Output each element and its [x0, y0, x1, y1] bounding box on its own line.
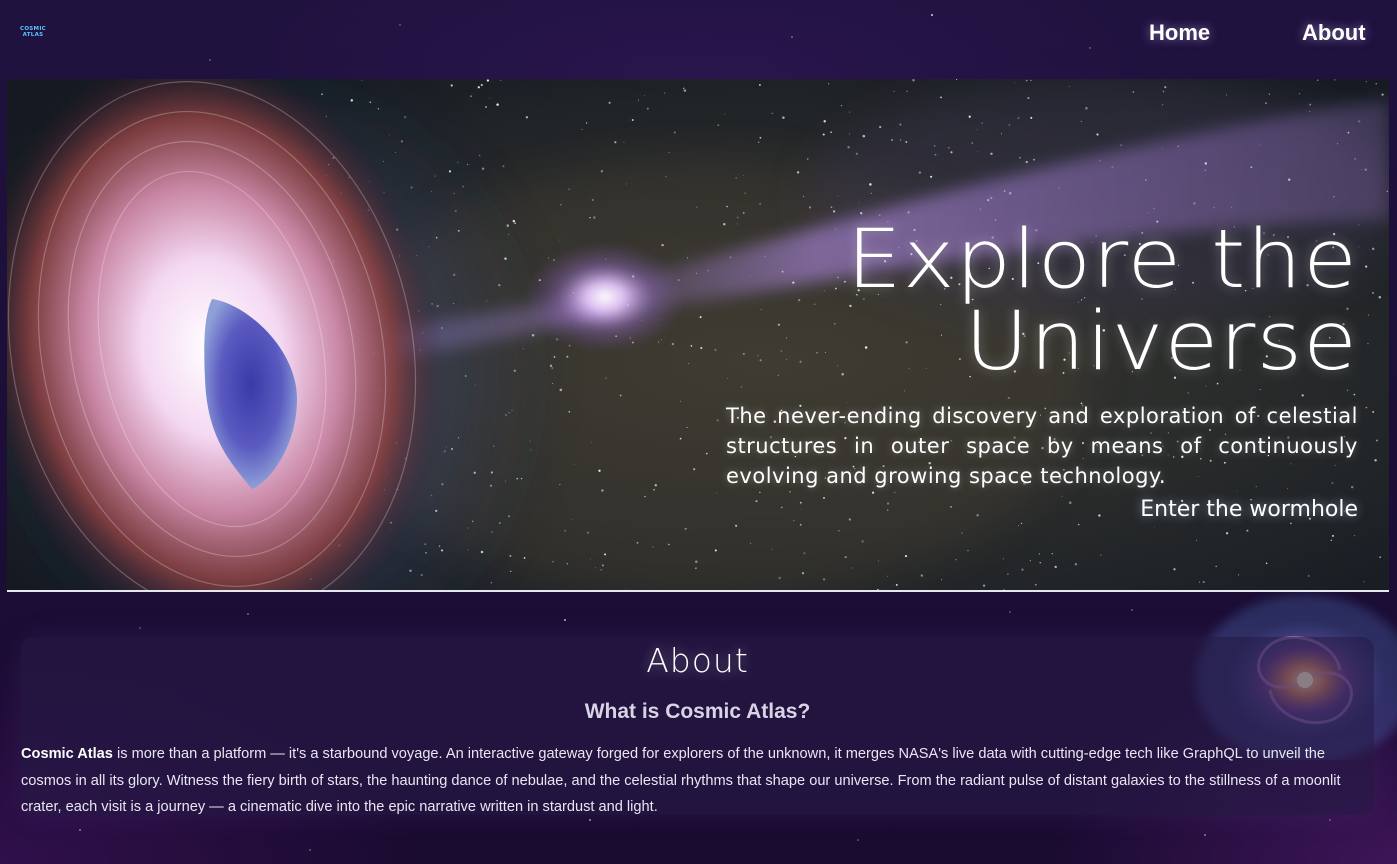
about-heading: About	[646, 641, 749, 680]
about-subheading: What is Cosmic Atlas?	[584, 700, 811, 723]
hero-banner: Explore the Universe The never-ending di…	[7, 79, 1389, 592]
hero-content: Explore the Universe The never-ending di…	[726, 219, 1358, 525]
hero-title: Explore the Universe	[675, 219, 1358, 383]
about-body-text: is more than a platform — it's a starbou…	[21, 746, 1341, 815]
cosmic-atlas-logo[interactable]: COSMIC ATLAS	[17, 26, 49, 41]
hero-title-line1: Explore the	[846, 213, 1358, 307]
hero-description: The never-ending discovery and explorati…	[726, 404, 1358, 488]
about-paragraph: Cosmic Atlas is more than a platform — i…	[21, 741, 1374, 821]
enter-wormhole-link[interactable]: Enter the wormhole	[1140, 495, 1358, 525]
site-header: COSMIC ATLAS Home About	[0, 0, 1397, 68]
about-brand-name: Cosmic Atlas	[21, 746, 113, 762]
logo-text-line2: ATLAS	[22, 31, 44, 38]
hero-title-line2: Universe	[964, 295, 1358, 389]
nav-home-link[interactable]: Home	[1149, 20, 1210, 46]
nav-about-link[interactable]: About	[1302, 20, 1366, 46]
about-section: About What is Cosmic Atlas? Cosmic Atlas…	[21, 637, 1374, 815]
